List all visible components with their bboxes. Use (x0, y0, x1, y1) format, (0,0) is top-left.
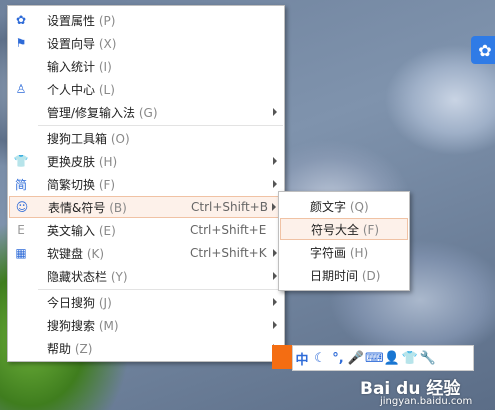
menu-item-today-sogou[interactable]: 今日搜狗 (J) (9, 291, 283, 313)
keyboard-icon: ▦ (15, 246, 27, 260)
menu-item-key: (X) (98, 36, 117, 51)
menu-item-key: (F) (98, 177, 116, 192)
menu-item-label: 表情&符号 (48, 200, 106, 215)
moon-icon[interactable]: ☾ (311, 351, 329, 366)
submenu-item-symbol-library[interactable]: 符号大全 (F) (280, 218, 408, 240)
person-icon: ♙ (15, 82, 27, 96)
chevron-right-icon (272, 203, 276, 211)
menu-item-key: (M) (98, 318, 119, 333)
clover-icon: ✿ (478, 40, 492, 60)
flag-icon: ⚑ (15, 36, 27, 50)
shirt-icon: 👕 (13, 154, 29, 168)
keyboard-icon[interactable]: ⌨ (365, 351, 384, 366)
menu-item-key: (I) (98, 59, 112, 74)
submenu-item-key: (D) (361, 268, 381, 283)
submenu-item-label: 日期时间 (310, 268, 359, 283)
menu-item-key: (B) (109, 200, 127, 215)
menu-item-label: 设置向导 (47, 36, 96, 51)
menu-item-key: (L) (98, 82, 115, 97)
context-menu: ✿ 设置属性 (P) ⚑ 设置向导 (X) 输入统计 (I) ♙ 个人中心 (L… (7, 5, 285, 362)
menu-item-key: (Y) (110, 269, 128, 284)
wrench-icon[interactable]: 🔧 (419, 351, 437, 366)
menu-item-toolbox[interactable]: 搜狗工具箱 (O) (9, 127, 283, 149)
chinese-mode-icon[interactable]: 中 (293, 349, 311, 368)
menu-item-label: 搜狗搜索 (47, 318, 96, 333)
menu-item-label: 输入统计 (47, 59, 96, 74)
chevron-right-icon (273, 249, 277, 257)
menu-item-shortcut: Ctrl+Shift+E (190, 223, 267, 237)
menu-item-english-input[interactable]: E 英文输入 (E) Ctrl+Shift+E (9, 219, 283, 241)
menu-item-setup-wizard[interactable]: ⚑ 设置向导 (X) (9, 32, 283, 54)
watermark-url: jingyan.baidu.com (380, 396, 473, 407)
menu-divider (38, 289, 283, 290)
menu-item-change-skin[interactable]: 👕 更换皮肤 (H) (9, 150, 283, 172)
menu-item-label: 个人中心 (47, 82, 96, 97)
menu-item-shortcut: Ctrl+Shift+B (191, 200, 268, 214)
menu-item-label: 管理/修复输入法 (47, 105, 136, 120)
simplified-traditional-icon: 简 (14, 177, 27, 192)
ime-status-bar: 中 ☾ °, 🎤 ⌨ 👤 👕 🔧 (292, 345, 474, 371)
submenu-item-kaomoji[interactable]: 颜文字 (Q) (280, 195, 408, 217)
menu-item-key: (P) (98, 13, 116, 28)
menu-item-settings[interactable]: ✿ 设置属性 (P) (9, 9, 283, 31)
menu-item-input-stats[interactable]: 输入统计 (I) (9, 55, 283, 77)
submenu-item-key: (Q) (349, 199, 369, 214)
chevron-right-icon (273, 298, 277, 306)
user-icon[interactable]: 👤 (383, 351, 401, 366)
submenu-item-key: (F) (362, 222, 380, 237)
chevron-right-icon (273, 272, 277, 280)
submenu-item-label: 符号大全 (311, 222, 360, 237)
menu-item-label: 搜狗工具箱 (47, 131, 108, 146)
menu-item-label: 今日搜狗 (47, 295, 96, 310)
english-icon: E (17, 223, 25, 237)
menu-item-soft-keyboard[interactable]: ▦ 软键盘 (K) Ctrl+Shift+K (9, 242, 283, 264)
submenu-item-key: (H) (349, 245, 369, 260)
menu-item-personal-center[interactable]: ♙ 个人中心 (L) (9, 78, 283, 100)
menu-item-emoji-symbols[interactable]: ☺ 表情&符号 (B) Ctrl+Shift+B (9, 196, 283, 218)
menu-item-simplified-traditional[interactable]: 简 简繁切换 (F) (9, 173, 283, 195)
menu-item-key: (Z) (74, 341, 93, 356)
chevron-right-icon (273, 157, 277, 165)
submenu-item-date-time[interactable]: 日期时间 (D) (280, 264, 408, 286)
menu-item-hide-status-bar[interactable]: 隐藏状态栏 (Y) (9, 265, 283, 287)
chevron-right-icon (273, 180, 277, 188)
menu-item-key: (K) (86, 246, 105, 261)
ime-logo-bar[interactable] (272, 345, 292, 369)
menu-item-label: 英文输入 (47, 223, 96, 238)
menu-item-key: (H) (98, 154, 118, 169)
menu-item-label: 更换皮肤 (47, 154, 96, 169)
emoji-symbols-submenu: 颜文字 (Q) 符号大全 (F) 字符画 (H) 日期时间 (D) (278, 191, 410, 291)
menu-item-label: 简繁切换 (47, 177, 96, 192)
menu-item-key: (G) (138, 105, 158, 120)
chevron-right-icon (273, 108, 277, 116)
menu-item-label: 隐藏状态栏 (47, 269, 108, 284)
menu-item-help[interactable]: 帮助 (Z) (9, 337, 283, 359)
submenu-item-ascii-art[interactable]: 字符画 (H) (280, 241, 408, 263)
menu-item-key: (E) (98, 223, 116, 238)
menu-item-manage-repair[interactable]: 管理/修复输入法 (G) (9, 101, 283, 123)
menu-divider (38, 125, 283, 126)
menu-item-label: 软键盘 (47, 246, 84, 261)
submenu-item-label: 字符画 (310, 245, 347, 260)
menu-item-label: 设置属性 (47, 13, 96, 28)
menu-item-shortcut: Ctrl+Shift+K (190, 246, 267, 260)
gear-icon: ✿ (15, 13, 27, 27)
chevron-right-icon (273, 321, 277, 329)
microphone-icon[interactable]: 🎤 (347, 351, 365, 366)
submenu-item-label: 颜文字 (310, 199, 347, 214)
smiley-icon: ☺ (15, 200, 29, 214)
menu-item-key: (O) (110, 131, 130, 146)
menu-item-sogou-search[interactable]: 搜狗搜索 (M) (9, 314, 283, 336)
menu-item-key: (J) (98, 295, 112, 310)
floating-toolbar-button[interactable]: ✿ (471, 36, 495, 64)
menu-item-label: 帮助 (47, 341, 72, 356)
punctuation-icon[interactable]: °, (329, 351, 347, 366)
shirt-icon[interactable]: 👕 (401, 351, 419, 366)
